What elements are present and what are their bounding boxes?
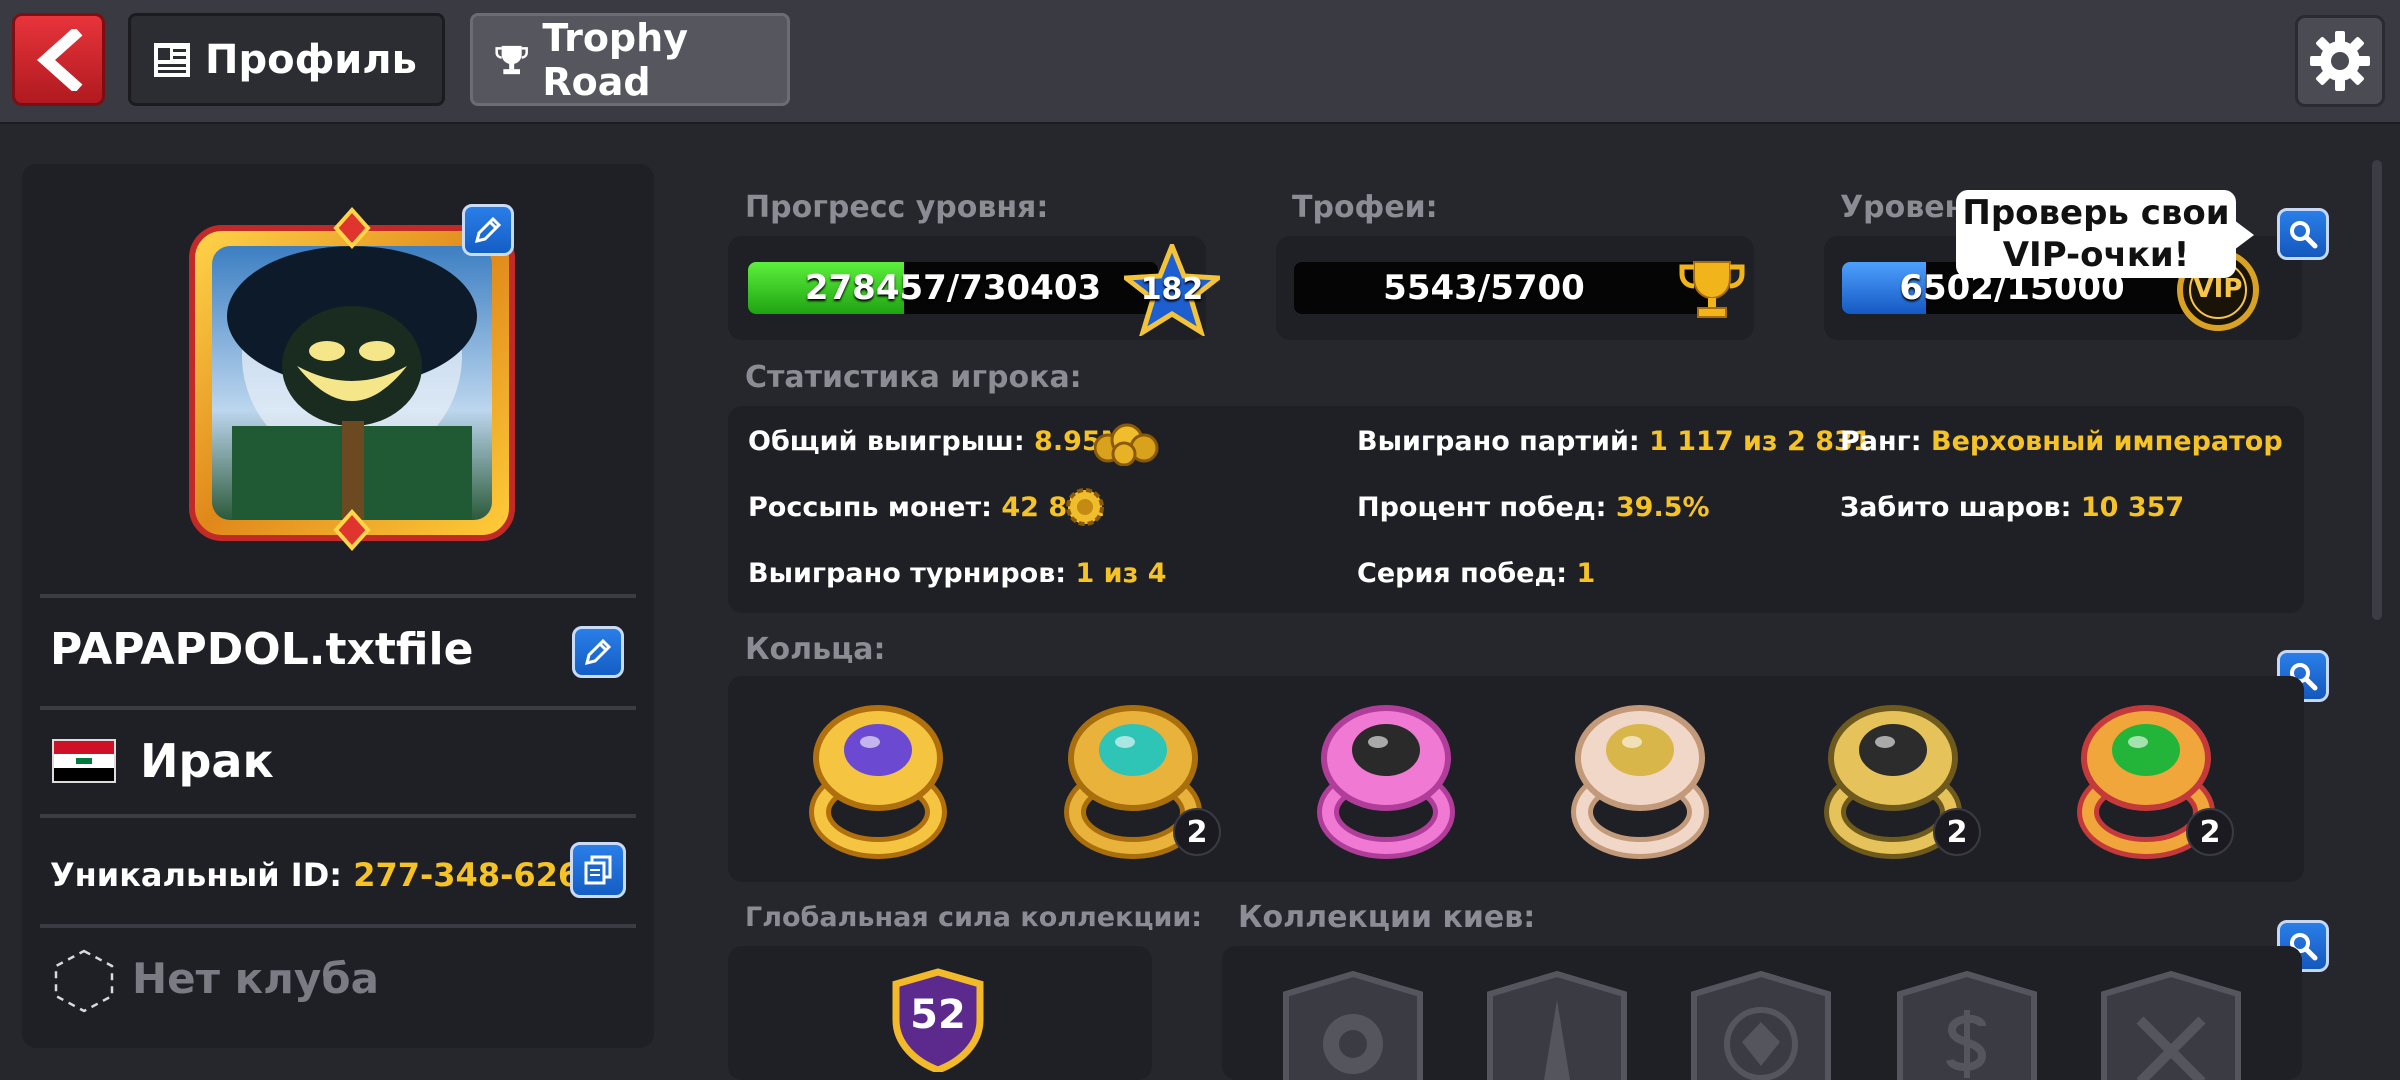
swords-collection-icon[interactable] [2098,970,2244,1080]
stat-win-rate-label: Процент побед: [1357,492,1607,523]
stat-win-rate-value: 39.5% [1615,492,1710,523]
stat-rank-label: Ранг: [1840,426,1922,457]
chevron-left-icon [36,28,82,91]
player-stats-card: Общий выигрыш: 8.95M Россыпь монет: 42 8… [728,406,2304,613]
stat-balls-potted-label: Забито шаров: [1840,492,2072,523]
diamond-collection-icon[interactable] [1688,970,1834,1080]
trophy-icon [495,45,528,74]
ring-count-badge: 2 [2186,808,2234,856]
divider [40,594,636,598]
club-hexagon-icon [54,949,114,1013]
unique-id: Уникальный ID: 277-348-626-9 [50,856,616,894]
trophies-card: 5543/5700 [1276,236,1754,340]
scrollbar[interactable] [2372,160,2382,620]
ring-item[interactable]: 2 [2066,700,2234,860]
stat-win-streak-value: 1 [1576,558,1596,589]
stat-games-won: Выиграно партий: 1 117 из 2 831 [1357,426,1872,457]
collection-power-label: Глобальная сила коллекции: [745,902,1203,933]
stat-games-won-label: Выиграно партий: [1357,426,1640,457]
trophies-value: 5543/5700 [1383,268,1585,308]
rings-label: Кольца: [745,632,886,667]
tab-trophy-road-label: Trophy Road [542,15,688,104]
stat-rank-value: Верховный император [1930,426,2283,457]
profile-card-icon [154,42,190,77]
stat-coin-stash: Россыпь монет: 42 851 [748,492,1105,523]
copy-icon [584,855,612,885]
ring-item[interactable]: 2 [1053,700,1221,860]
iraq-flag-icon [52,739,116,783]
level-progress-label: Прогресс уровня: [745,190,1049,225]
stat-win-streak-label: Серия побед: [1357,558,1568,589]
pencil-icon [474,216,502,244]
tab-trophy-road[interactable]: Trophy Road [470,13,790,106]
stat-win-streak: Серия побед: 1 [1357,558,1595,589]
stat-total-winnings: Общий выигрыш: 8.95M [748,426,1128,457]
trophies-bar: 5543/5700 [1294,262,1714,314]
edit-avatar-button[interactable] [462,204,514,256]
ring-count-badge: 2 [1933,808,1981,856]
rings-card: 2 2 2 [728,676,2304,882]
avatar [172,206,532,552]
ring-item[interactable] [798,700,958,860]
ring-item[interactable] [1306,700,1466,860]
player-name: PAPAPDOL.txtfile [50,624,474,675]
stat-tournaments-won-value: 1 из 4 [1075,558,1167,589]
divider [40,924,636,928]
stat-tournaments-won: Выиграно турниров: 1 из 4 [748,558,1166,589]
dollar-collection-icon[interactable] [1894,970,2040,1080]
collection-power-value: 52 [910,992,966,1038]
pencil-icon [584,638,612,666]
divider [40,814,636,818]
gear-icon [2310,31,2370,91]
stat-rank: Ранг: Верховный император [1840,426,2283,457]
vip-tooltip[interactable]: Проверь свои VIP-очки! [1956,190,2236,278]
player-level: 182 [1140,272,1204,307]
ring-icon [1571,705,1709,859]
country-name: Ирак [140,734,274,788]
profile-panel: PAPAPDOL.txtfile Ирак Уникальный ID: 277… [22,164,654,1048]
city-collection-icon[interactable] [1484,970,1630,1080]
collection-power-card: 52 [728,946,1152,1080]
back-button[interactable] [12,13,105,106]
unique-id-label: Уникальный ID: [50,856,343,894]
player-stats-label: Статистика игрока: [745,360,1082,395]
stat-balls-potted-value: 10 357 [2080,492,2185,523]
coins-pile-icon [1094,423,1159,466]
cue-collections-label: Коллекции киев: [1238,900,1536,935]
copy-id-button[interactable] [570,842,626,898]
tooltip-arrow [2234,220,2254,250]
stat-games-won-value: 1 117 из 2 831 [1649,426,1872,457]
gold-trophy-icon [1679,261,1745,318]
settings-button[interactable] [2295,15,2385,107]
level-progress-bar: 278457/730403 [748,262,1158,314]
ring-item[interactable] [1560,700,1720,860]
level-progress-card: 278457/730403 182 [728,236,1220,340]
club-status[interactable]: Нет клуба [132,954,379,1003]
ring-count-badge: 2 [1173,808,1221,856]
stat-total-winnings-label: Общий выигрыш: [748,426,1025,457]
magnifier-icon [2290,221,2318,249]
stat-tournaments-won-label: Выиграно турниров: [748,558,1067,589]
divider [40,706,636,710]
trophies-label: Трофеи: [1292,190,1438,225]
level-progress-value: 278457/730403 [804,268,1102,308]
tab-profile[interactable]: Профиль [128,13,445,106]
vip-search-button[interactable] [2277,208,2329,260]
stat-win-rate: Процент побед: 39.5% [1357,492,1710,523]
top-bar: Профиль Trophy Road [0,0,2400,124]
eight-ball-collection-icon[interactable] [1280,970,1426,1080]
stat-coin-stash-label: Россыпь монет: [748,492,992,523]
ring-icon [809,705,947,859]
coin-icon [1066,488,1104,526]
tab-profile-label: Профиль [205,36,417,83]
edit-name-button[interactable] [572,626,624,678]
vip-badge-text: VIP [2193,274,2243,304]
ring-item[interactable]: 2 [1813,700,1981,860]
stat-balls-potted: Забито шаров: 10 357 [1840,492,2184,523]
ring-icon [1317,705,1455,859]
cue-collections-card [1222,946,2302,1080]
